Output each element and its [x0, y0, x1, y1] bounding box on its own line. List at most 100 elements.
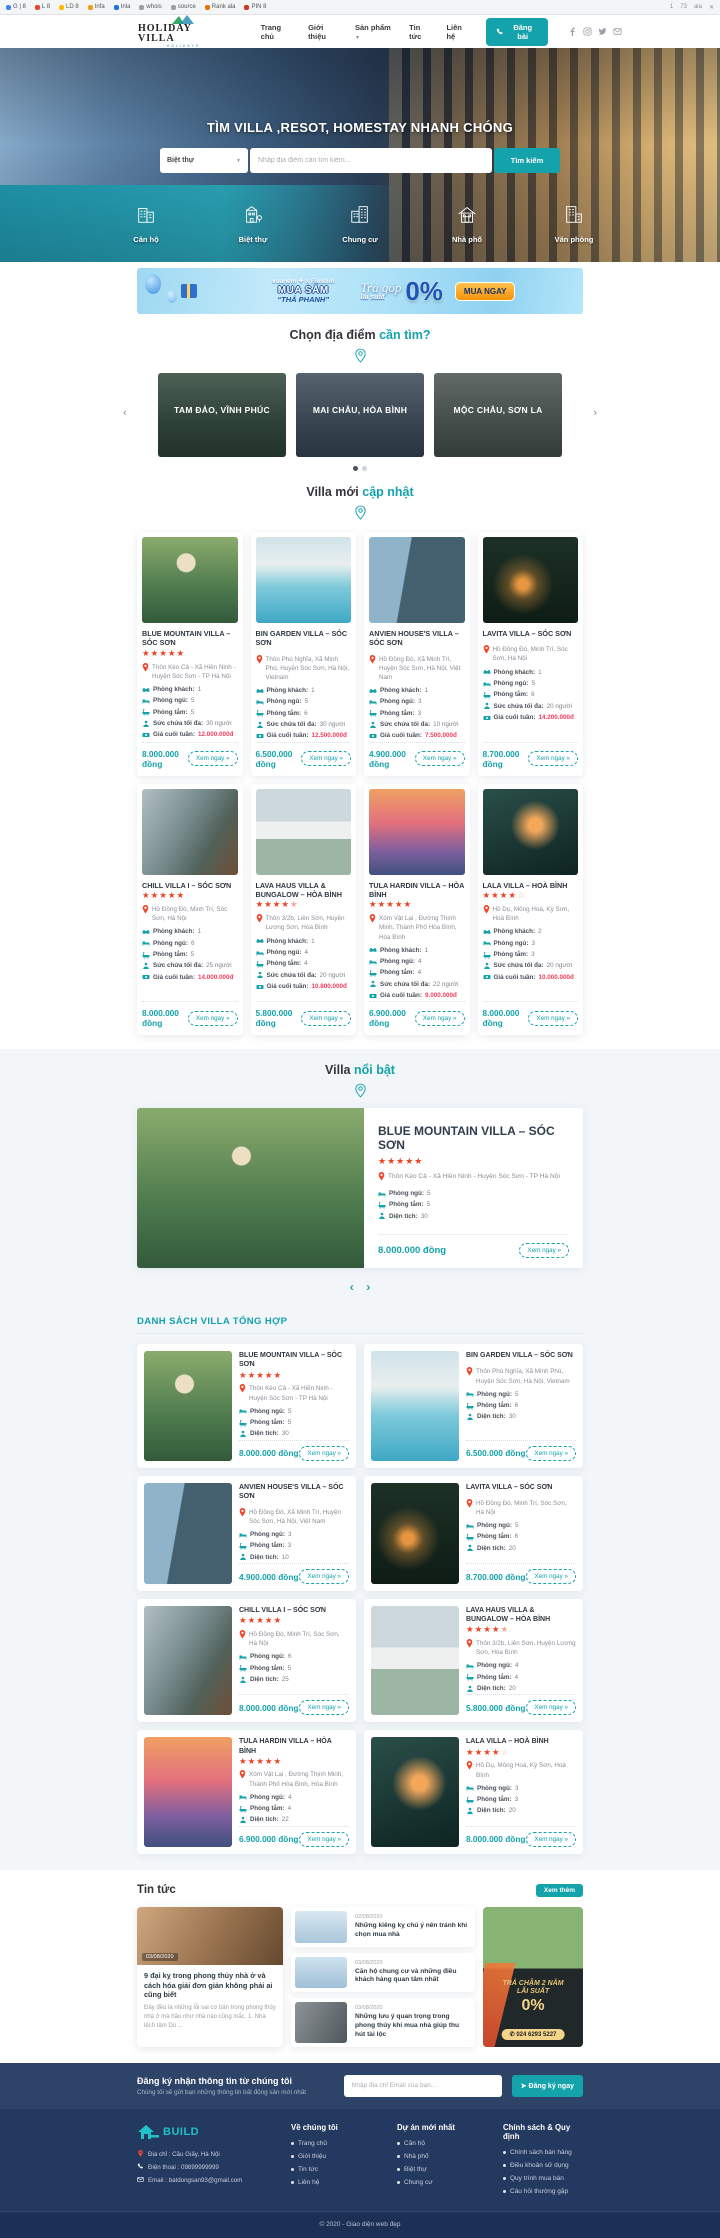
- view-now-button[interactable]: Xem ngay »: [299, 1569, 349, 1584]
- footer-link[interactable]: Căn hộ: [397, 2140, 477, 2147]
- view-now-button[interactable]: Xem ngay »: [519, 1243, 569, 1258]
- promo-banner[interactable]: vuanêm ✦ x Fundiin MUA SẮM “THẢ PHANH” T…: [137, 268, 583, 314]
- bookmark-item[interactable]: source: [171, 4, 196, 10]
- location-card[interactable]: MỘC CHÂU, SƠN LA: [434, 373, 562, 457]
- villa-title[interactable]: CHILL VILLA I – SÓC SƠN: [142, 881, 238, 890]
- footer-link[interactable]: Nhà phố: [397, 2153, 477, 2160]
- view-now-button[interactable]: Xem ngay »: [526, 1832, 576, 1847]
- villa-title[interactable]: BLUE MOUNTAIN VILLA – SÓC SƠN: [239, 1351, 349, 1369]
- facebook-icon[interactable]: [568, 27, 577, 36]
- villa-title[interactable]: CHILL VILLA I – SÓC SƠN: [239, 1606, 349, 1615]
- newsletter-email-input[interactable]: [344, 2075, 502, 2097]
- footer-link[interactable]: Quy trình mua bán: [503, 2175, 583, 2182]
- nav-item[interactable]: Giới thiệu: [308, 23, 342, 41]
- featured-next-arrow[interactable]: ›: [366, 1280, 370, 1294]
- view-now-button[interactable]: Xem ngay »: [299, 1700, 349, 1715]
- nav-item[interactable]: Liên hệ: [446, 23, 471, 41]
- carousel-dot[interactable]: [353, 466, 358, 471]
- villa-card[interactable]: LALA VILLA – HOÀ BÌNH★★★★☆Hồ Dụ, Mông Ho…: [478, 784, 584, 1036]
- villa-title[interactable]: TULA HARDIN VILLA – HÒA BÌNH: [369, 881, 465, 900]
- bookmark-item[interactable]: G | 8: [6, 4, 26, 10]
- view-now-button[interactable]: Xem ngay »: [299, 1446, 349, 1461]
- view-now-button[interactable]: Xem ngay »: [528, 1011, 578, 1026]
- email-icon[interactable]: [613, 27, 622, 36]
- category-villa[interactable]: Biệt thự: [217, 203, 289, 244]
- bookmark-item[interactable]: Rank ala: [205, 4, 236, 10]
- villa-list-item[interactable]: CHILL VILLA I – SÓC SƠN★★★★★Hồ Đồng Đò, …: [137, 1599, 356, 1722]
- villa-list-item[interactable]: LAVITA VILLA – SÓC SƠNHồ Đồng Đò, Minh T…: [364, 1476, 583, 1591]
- view-now-button[interactable]: Xem ngay »: [526, 1446, 576, 1461]
- bookmark-item[interactable]: Inla: [114, 4, 131, 10]
- villa-title[interactable]: BIN GARDEN VILLA – SÓC SƠN: [256, 629, 352, 648]
- view-now-button[interactable]: Xem ngay »: [415, 1011, 465, 1026]
- villa-card[interactable]: LAVA HAUS VILLA & BUNGALOW – HÒA BÌNH★★★…: [251, 784, 357, 1036]
- footer-link[interactable]: Điều khoản sử dụng: [503, 2162, 583, 2169]
- view-now-button[interactable]: Xem ngay »: [526, 1700, 576, 1715]
- bookmark-item[interactable]: whois: [139, 4, 161, 10]
- villa-title[interactable]: LAVITA VILLA – SÓC SƠN: [466, 1483, 576, 1492]
- browser-toolbar-item[interactable]: ala: [694, 4, 702, 10]
- footer-link[interactable]: Câu hỏi thường gặp: [503, 2188, 583, 2195]
- villa-card[interactable]: LAVITA VILLA – SÓC SƠNHồ Đồng Đò, Minh T…: [478, 532, 584, 776]
- carousel-dot[interactable]: [362, 466, 367, 471]
- villa-title[interactable]: BLUE MOUNTAIN VILLA – SÓC SƠN: [142, 629, 238, 648]
- villa-list-item[interactable]: LAVA HAUS VILLA & BUNGALOW – HÒA BÌNH★★★…: [364, 1599, 583, 1722]
- carousel-prev-arrow[interactable]: ‹: [123, 407, 127, 419]
- villa-card[interactable]: BLUE MOUNTAIN VILLA – SÓC SƠN★★★★★Thôn K…: [137, 532, 243, 776]
- view-now-button[interactable]: Xem ngay »: [415, 751, 465, 766]
- villa-list-item[interactable]: TULA HARDIN VILLA – HÒA BÌNH★★★★★Xóm Vật…: [137, 1730, 356, 1853]
- browser-toolbar-item[interactable]: 1: [670, 4, 673, 10]
- news-side-item[interactable]: 03/08/2020Căn hộ chung cư và những điều …: [291, 1953, 475, 1993]
- footer-link[interactable]: Tin tức: [291, 2166, 371, 2173]
- villa-title[interactable]: LAVA HAUS VILLA & BUNGALOW – HÒA BÌNH: [256, 881, 352, 900]
- view-now-button[interactable]: Xem ngay »: [526, 1569, 576, 1584]
- view-now-button[interactable]: Xem ngay »: [301, 1011, 351, 1026]
- browser-close-icon[interactable]: ✕: [709, 4, 714, 11]
- bookmark-item[interactable]: L 8: [35, 4, 50, 10]
- promo-cta-button[interactable]: MUA NGAY: [455, 282, 516, 301]
- footer-link[interactable]: Chung cư: [397, 2179, 477, 2186]
- news-side-item[interactable]: 02/08/2020Những kiêng kỵ chú ý nên tránh…: [291, 1907, 475, 1947]
- view-now-button[interactable]: Xem ngay »: [528, 751, 578, 766]
- nav-item[interactable]: Sản phẩm ▼: [355, 23, 396, 41]
- carousel-next-arrow[interactable]: ›: [593, 407, 597, 419]
- bookmark-item[interactable]: Infa: [88, 4, 105, 10]
- instagram-icon[interactable]: [583, 27, 592, 36]
- news-side-title[interactable]: Những lưu ý quan trọng trong phong thủy …: [355, 2013, 469, 2040]
- twitter-icon[interactable]: [598, 27, 607, 36]
- villa-title[interactable]: LAVA HAUS VILLA & BUNGALOW – HÒA BÌNH: [466, 1606, 576, 1624]
- villa-title[interactable]: TULA HARDIN VILLA – HÒA BÌNH: [239, 1737, 349, 1755]
- property-type-select[interactable]: Biệt thự▼: [160, 148, 248, 173]
- footer-logo[interactable]: BUILD: [137, 2123, 265, 2141]
- category-condo[interactable]: Chung cư: [324, 203, 396, 244]
- footer-link[interactable]: Chính sách bán hàng: [503, 2149, 583, 2156]
- search-input[interactable]: [250, 148, 492, 173]
- villa-list-item[interactable]: BLUE MOUNTAIN VILLA – SÓC SƠN★★★★★Thôn K…: [137, 1344, 356, 1467]
- footer-link[interactable]: Trang chủ: [291, 2140, 371, 2147]
- location-card[interactable]: MAI CHÂU, HÒA BÌNH: [296, 373, 424, 457]
- news-main-title[interactable]: 9 đại kỵ trong phong thủy nhà ở và cách …: [144, 1971, 276, 2001]
- news-side-title[interactable]: Những kiêng kỵ chú ý nên tránh khi chọn …: [355, 1922, 469, 1940]
- villa-list-item[interactable]: BIN GARDEN VILLA – SÓC SƠNThôn Phú Nghĩa…: [364, 1344, 583, 1467]
- villa-title[interactable]: LALA VILLA – HOÀ BÌNH: [466, 1737, 576, 1746]
- villa-list-item[interactable]: ANVIEN HOUSE'S VILLA – SÓC SƠNHồ Đồng Đò…: [137, 1476, 356, 1591]
- news-ad-banner[interactable]: TRẢ CHẬM 2 NĂMLÃI SUẤT 0% ✆ 024 6293 522…: [483, 1907, 583, 2047]
- news-main-article[interactable]: 03/08/2020 9 đại kỵ trong phong thủy nhà…: [137, 1907, 283, 2047]
- newsletter-subscribe-button[interactable]: ➤ Đăng ký ngay: [512, 2075, 583, 2097]
- nav-item[interactable]: Tin tức: [409, 23, 433, 41]
- site-logo[interactable]: HOLIDAY VILLA HOLIDAYS: [138, 14, 229, 49]
- category-townhouse[interactable]: Nhà phố: [431, 203, 503, 244]
- location-card[interactable]: TAM ĐẢO, VĨNH PHÚC: [158, 373, 286, 457]
- view-now-button[interactable]: Xem ngay »: [188, 1011, 238, 1026]
- view-now-button[interactable]: Xem ngay »: [299, 1832, 349, 1847]
- featured-prev-arrow[interactable]: ‹: [350, 1280, 354, 1294]
- nav-item[interactable]: Trang chủ: [261, 23, 295, 41]
- category-office[interactable]: Văn phòng: [538, 203, 610, 244]
- villa-card[interactable]: TULA HARDIN VILLA – HÒA BÌNH★★★★★Xóm Vật…: [364, 784, 470, 1036]
- news-more-button[interactable]: Xem thêm: [536, 1884, 583, 1897]
- view-now-button[interactable]: Xem ngay »: [188, 751, 238, 766]
- view-now-button[interactable]: Xem ngay »: [301, 751, 351, 766]
- villa-title[interactable]: LALA VILLA – HOÀ BÌNH: [483, 881, 579, 890]
- search-button[interactable]: Tìm kiếm: [494, 148, 560, 173]
- footer-link[interactable]: Giới thiệu: [291, 2153, 371, 2160]
